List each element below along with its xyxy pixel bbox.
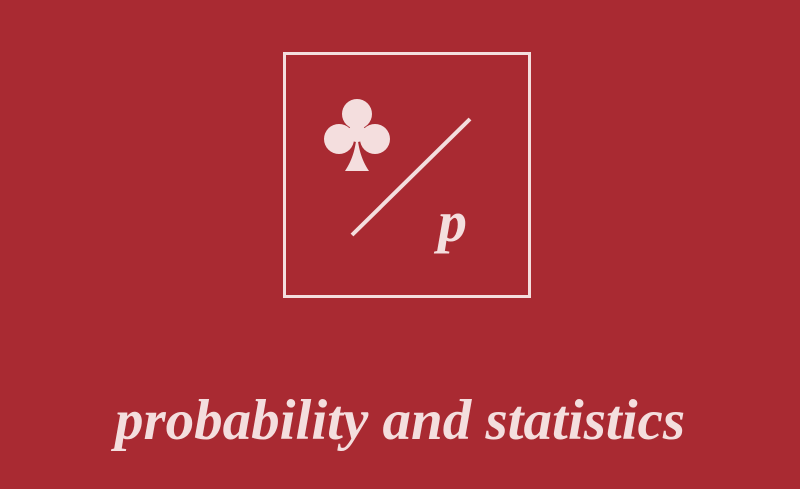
p-letter: p bbox=[438, 189, 467, 254]
tagline: probability and statistics bbox=[114, 389, 686, 452]
logo-banner: p probability and statistics bbox=[0, 0, 800, 489]
logo-mark-frame: p bbox=[283, 52, 531, 298]
fraction-slash bbox=[350, 117, 472, 237]
